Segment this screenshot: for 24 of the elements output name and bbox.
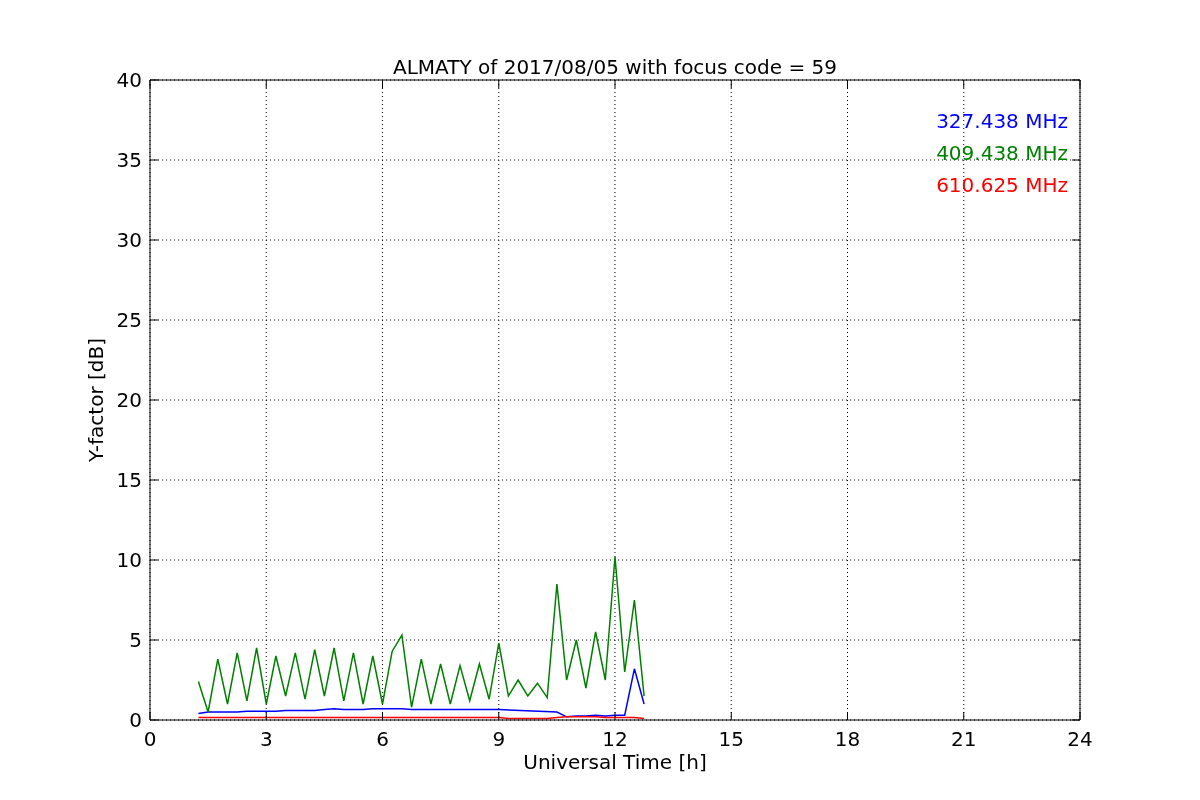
tick-label: 25: [116, 308, 142, 332]
tick-label: 10: [116, 548, 142, 572]
legend-entry: 409.438 MHz: [936, 141, 1068, 165]
tick-label: 15: [116, 468, 142, 492]
tick-label: 40: [116, 68, 142, 92]
tick-label: 24: [1067, 727, 1093, 751]
tick-label: 5: [129, 628, 142, 652]
chart-title: ALMATY of 2017/08/05 with focus code = 59: [393, 55, 837, 79]
y-axis-label: Y-factor [dB]: [84, 338, 108, 462]
tick-label: 30: [116, 228, 142, 252]
tick-label: 0: [143, 727, 157, 751]
tick-label: 12: [602, 727, 628, 751]
legend-entry: 327.438 MHz: [936, 109, 1068, 133]
x-axis-label: Universal Time [h]: [523, 750, 707, 774]
tick-label: 21: [951, 727, 977, 751]
tick-label: 6: [376, 727, 389, 751]
tick-label: 0: [129, 708, 142, 732]
tick-label: 9: [492, 727, 506, 751]
tick-label: 20: [116, 388, 142, 412]
tick-label: 3: [259, 727, 273, 751]
tick-label: 15: [718, 727, 744, 751]
legend-entry: 610.625 MHz: [936, 173, 1068, 197]
tick-label: 18: [834, 727, 861, 751]
tick-label: 35: [116, 148, 142, 172]
